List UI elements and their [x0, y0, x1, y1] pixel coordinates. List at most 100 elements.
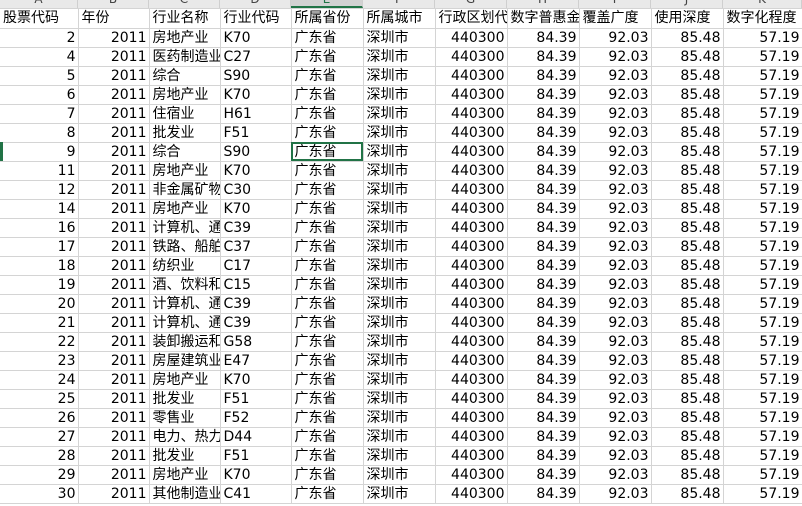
cell-year[interactable]: 2011 [78, 351, 150, 371]
cell-digital-finance-index[interactable]: 84.39 [507, 275, 580, 295]
cell-city[interactable]: 深圳市 [363, 85, 436, 105]
cell-usage-depth[interactable]: 85.48 [651, 66, 724, 86]
cell-digitization-level[interactable]: 57.19 [723, 446, 802, 466]
cell-industry-code[interactable]: K70 [220, 28, 292, 48]
cell-digitization-level[interactable]: 57.19 [723, 237, 802, 257]
cell-industry-name[interactable]: 装卸搬运和 [149, 332, 221, 352]
cell-industry-code[interactable]: S90 [220, 66, 292, 86]
cell-admin-code[interactable]: 440300 [435, 256, 508, 276]
cell-digitization-level[interactable]: 57.19 [723, 85, 802, 105]
cell-year[interactable]: 2011 [78, 313, 150, 333]
cell-digital-finance-index[interactable]: 84.39 [507, 104, 580, 124]
column-letter-e[interactable]: E [291, 0, 363, 8]
cell-digital-finance-index[interactable]: 84.39 [507, 218, 580, 238]
cell-year[interactable]: 2011 [78, 237, 150, 257]
cell-digital-finance-index[interactable]: 84.39 [507, 47, 580, 67]
cell-admin-code[interactable]: 440300 [435, 313, 508, 333]
cell-digitization-level[interactable]: 57.19 [723, 180, 802, 200]
cell-province[interactable]: 广东省 [291, 370, 364, 390]
column-letter-b[interactable]: B [78, 0, 149, 8]
cell-usage-depth[interactable]: 85.48 [651, 180, 724, 200]
cell-coverage-breadth[interactable]: 92.03 [579, 142, 652, 162]
cell-industry-code[interactable]: C39 [220, 294, 292, 314]
cell-stock-code[interactable]: 7 [0, 104, 79, 124]
cell-industry-name[interactable]: 酒、饮料和 [149, 275, 221, 295]
cell-digitization-level[interactable]: 57.19 [723, 218, 802, 238]
cell-province[interactable]: 广东省 [291, 85, 364, 105]
cell-province[interactable]: 广东省 [291, 275, 364, 295]
cell-admin-code[interactable]: 440300 [435, 180, 508, 200]
cell-stock-code[interactable]: 28 [0, 446, 79, 466]
cell-digitization-level[interactable]: 57.19 [723, 408, 802, 428]
cell-industry-name[interactable]: 批发业 [149, 389, 221, 409]
cell-stock-code[interactable]: 17 [0, 237, 79, 257]
cell-digital-finance-index[interactable]: 84.39 [507, 161, 580, 181]
cell-province[interactable]: 广东省 [291, 427, 364, 447]
header-cell-city[interactable]: 所属城市 [363, 9, 436, 29]
cell-usage-depth[interactable]: 85.48 [651, 484, 724, 504]
header-cell-digitization-level[interactable]: 数字化程度 [723, 9, 802, 29]
cell-admin-code[interactable]: 440300 [435, 370, 508, 390]
cell-city[interactable]: 深圳市 [363, 237, 436, 257]
cell-province[interactable]: 广东省 [291, 465, 364, 485]
cell-industry-code[interactable]: C39 [220, 313, 292, 333]
cell-digital-finance-index[interactable]: 84.39 [507, 408, 580, 428]
cell-admin-code[interactable]: 440300 [435, 237, 508, 257]
cell-city[interactable]: 深圳市 [363, 484, 436, 504]
cell-stock-code[interactable]: 23 [0, 351, 79, 371]
cell-digital-finance-index[interactable]: 84.39 [507, 180, 580, 200]
column-letter-f[interactable]: F [363, 0, 435, 8]
cell-admin-code[interactable]: 440300 [435, 28, 508, 48]
header-cell-stock-code[interactable]: 股票代码 [0, 9, 79, 29]
cell-admin-code[interactable]: 440300 [435, 66, 508, 86]
cell-usage-depth[interactable]: 85.48 [651, 47, 724, 67]
cell-stock-code[interactable]: 12 [0, 180, 79, 200]
cell-year[interactable]: 2011 [78, 85, 150, 105]
cell-coverage-breadth[interactable]: 92.03 [579, 199, 652, 219]
cell-industry-name[interactable]: 铁路、船舶 [149, 237, 221, 257]
cell-year[interactable]: 2011 [78, 28, 150, 48]
cell-province[interactable]: 广东省 [291, 28, 364, 48]
cell-coverage-breadth[interactable]: 92.03 [579, 351, 652, 371]
cell-admin-code[interactable]: 440300 [435, 294, 508, 314]
cell-year[interactable]: 2011 [78, 142, 150, 162]
cell-industry-code[interactable]: C41 [220, 484, 292, 504]
cell-coverage-breadth[interactable]: 92.03 [579, 161, 652, 181]
cell-industry-name[interactable]: 计算机、通 [149, 313, 221, 333]
cell-industry-code[interactable]: K70 [220, 161, 292, 181]
cell-year[interactable]: 2011 [78, 465, 150, 485]
cell-coverage-breadth[interactable]: 92.03 [579, 256, 652, 276]
cell-usage-depth[interactable]: 85.48 [651, 256, 724, 276]
column-letter-j[interactable]: J [651, 0, 723, 8]
cell-usage-depth[interactable]: 85.48 [651, 275, 724, 295]
cell-digital-finance-index[interactable]: 84.39 [507, 446, 580, 466]
cell-admin-code[interactable]: 440300 [435, 465, 508, 485]
cell-admin-code[interactable]: 440300 [435, 199, 508, 219]
cell-stock-code[interactable]: 27 [0, 427, 79, 447]
cell-stock-code[interactable]: 11 [0, 161, 79, 181]
cell-admin-code[interactable]: 440300 [435, 104, 508, 124]
cell-province[interactable]: 广东省 [291, 408, 364, 428]
cell-city[interactable]: 深圳市 [363, 161, 436, 181]
cell-city[interactable]: 深圳市 [363, 370, 436, 390]
cell-year[interactable]: 2011 [78, 104, 150, 124]
header-cell-usage-depth[interactable]: 使用深度 [651, 9, 724, 29]
cell-usage-depth[interactable]: 85.48 [651, 104, 724, 124]
cell-coverage-breadth[interactable]: 92.03 [579, 389, 652, 409]
cell-coverage-breadth[interactable]: 92.03 [579, 370, 652, 390]
cell-city[interactable]: 深圳市 [363, 389, 436, 409]
cell-admin-code[interactable]: 440300 [435, 85, 508, 105]
column-letter-k[interactable]: K [723, 0, 802, 8]
cell-digital-finance-index[interactable]: 84.39 [507, 370, 580, 390]
column-letter-a[interactable]: A [0, 0, 78, 8]
cell-province[interactable]: 广东省 [291, 104, 364, 124]
cell-year[interactable]: 2011 [78, 66, 150, 86]
cell-digital-finance-index[interactable]: 84.39 [507, 313, 580, 333]
cell-industry-name[interactable]: 医药制造业 [149, 47, 221, 67]
cell-industry-name[interactable]: 住宿业 [149, 104, 221, 124]
cell-industry-code[interactable]: H61 [220, 104, 292, 124]
cell-usage-depth[interactable]: 85.48 [651, 427, 724, 447]
cell-digitization-level[interactable]: 57.19 [723, 104, 802, 124]
cell-stock-code[interactable]: 18 [0, 256, 79, 276]
cell-stock-code[interactable]: 25 [0, 389, 79, 409]
